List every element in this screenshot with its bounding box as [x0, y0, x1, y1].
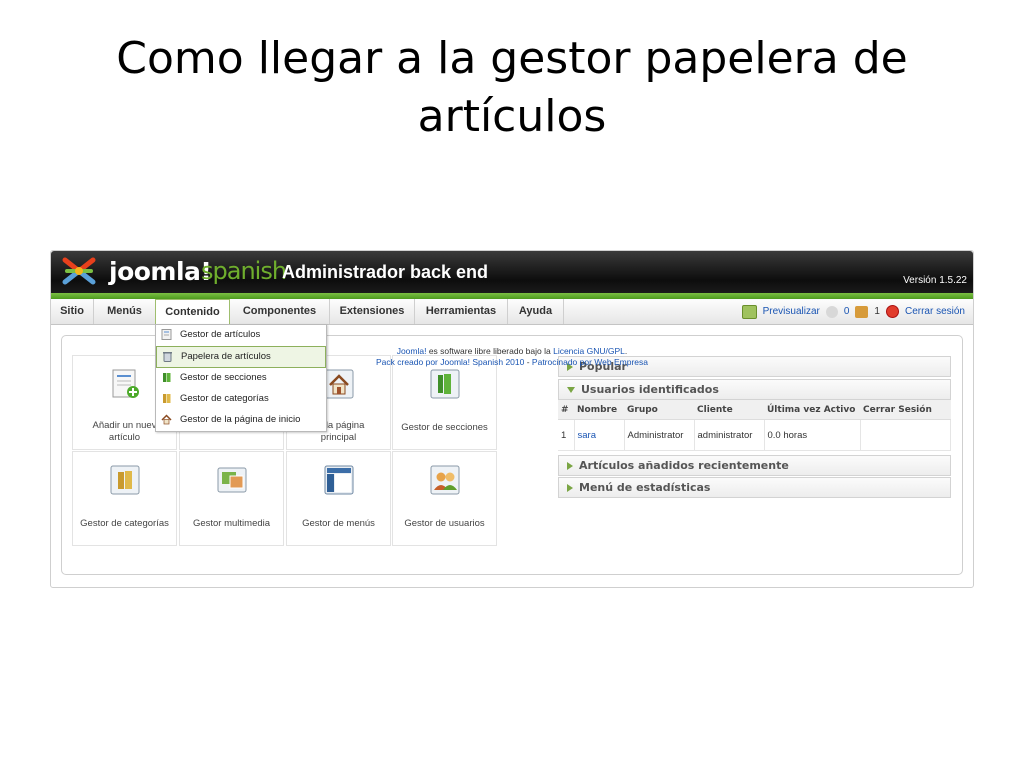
joomla-admin-screenshot: joomla! spanish Administrador back end V…: [50, 250, 974, 588]
cpanel-users[interactable]: Gestor de usuarios: [392, 451, 497, 546]
user-link[interactable]: sara: [578, 430, 596, 441]
menu-componentes[interactable]: Componentes: [230, 299, 330, 324]
cpanel-categories[interactable]: Gestor de categorías: [72, 451, 177, 546]
sections-icon: [430, 369, 460, 399]
media-label: Gestor multimedia: [192, 518, 271, 529]
dropdown-item-categories[interactable]: Gestor de categorías: [156, 389, 326, 410]
cpanel-menus[interactable]: Gestor de menús: [286, 451, 391, 546]
joomla-link[interactable]: Joomla!: [397, 346, 427, 356]
home-icon: [324, 369, 354, 399]
article-icon: [161, 329, 172, 340]
menus-icon: [324, 465, 354, 495]
users-online-count: 1: [874, 306, 880, 317]
brand-name: joomla!: [109, 257, 212, 286]
module-stats[interactable]: Menú de estadísticas: [558, 477, 951, 498]
footer-line2: Pack creado por Joomla! Spanish 2010 - P…: [375, 357, 648, 367]
table-header-row: # Nombre Grupo Cliente Última vez Activo…: [558, 400, 951, 420]
footer: Joomla! es software libre liberado bajo …: [0, 346, 1024, 368]
admin-header: joomla! spanish Administrador back end V…: [51, 251, 973, 293]
slide-title-line2: artículos: [417, 91, 607, 142]
menus-label: Gestor de menús: [302, 518, 375, 529]
sponsor-link[interactable]: Patrocinado por Web Empresa: [532, 357, 648, 367]
sections-label: Gestor de secciones: [401, 422, 488, 433]
media-icon: [217, 467, 247, 493]
messages-icon[interactable]: [825, 305, 838, 318]
menu-ayuda[interactable]: Ayuda: [508, 299, 564, 324]
add-article-icon: [112, 369, 139, 398]
menu-contenido[interactable]: Contenido: [155, 299, 230, 326]
logged-users-table: # Nombre Grupo Cliente Última vez Activo…: [558, 400, 951, 451]
main-menubar: Sitio Menús Contenido Componentes Extens…: [51, 299, 973, 326]
license-link[interactable]: Licencia GNU/GPL: [553, 346, 625, 356]
dropdown-item-frontpage[interactable]: Gestor de la página de inicio: [156, 410, 326, 431]
categories-label: Gestor de categorías: [80, 518, 169, 529]
slide-title: Como llegar a la gestor papelera de artí…: [0, 30, 1024, 146]
logout-link[interactable]: Cerrar sesión: [905, 299, 965, 324]
header-tools: Previsualizar 0 1 Cerrar sesión: [741, 299, 965, 324]
categories-icon: [110, 465, 140, 495]
menu-menus[interactable]: Menús: [94, 299, 156, 324]
menu-herramientas[interactable]: Herramientas: [415, 299, 508, 324]
messages-count[interactable]: 0: [844, 299, 850, 324]
sections-icon: [163, 373, 171, 382]
menu-extensiones[interactable]: Extensiones: [330, 299, 415, 324]
logout-icon[interactable]: [885, 305, 899, 318]
expand-arrow-icon: [567, 462, 573, 470]
contenido-dropdown: Gestor de artículos Papelera de artículo…: [155, 324, 327, 432]
menu-sitio[interactable]: Sitio: [51, 299, 94, 324]
version-label: Versión 1.5.22: [903, 275, 967, 286]
collapse-arrow-icon: [567, 387, 575, 393]
admin-title: Administrador back end: [282, 262, 489, 282]
preview-icon[interactable]: [741, 304, 757, 319]
dropdown-item-trash[interactable]: Papelera de artículos: [156, 346, 326, 368]
trash-icon: [163, 352, 172, 362]
joomla-logo-icon: [62, 257, 96, 285]
slide-title-line1: Como llegar a la gestor papelera de: [116, 33, 908, 84]
expand-arrow-icon: [567, 484, 573, 492]
table-row: 1 sara Administrator administrator 0.0 h…: [558, 419, 951, 451]
preview-link[interactable]: Previsualizar: [763, 299, 820, 324]
users-label: Gestor de usuarios: [404, 518, 485, 529]
cpanel-sections[interactable]: Gestor de secciones: [392, 355, 497, 450]
pack-credit-link[interactable]: Pack creado por Joomla! Spanish 2010: [376, 357, 524, 367]
footer-line1: Joomla! es software libre liberado bajo …: [396, 346, 628, 356]
categories-icon: [163, 394, 171, 403]
module-recent-articles[interactable]: Artículos añadidos recientemente: [558, 455, 951, 476]
dropdown-item-article-manager[interactable]: Gestor de artículos: [156, 325, 326, 346]
home-icon: [161, 414, 172, 425]
logout-user-cell[interactable]: [860, 419, 951, 451]
module-logged-users[interactable]: Usuarios identificados: [558, 379, 951, 400]
users-icon: [430, 465, 460, 495]
cpanel-media[interactable]: Gestor multimedia: [179, 451, 284, 546]
brand-sub: spanish: [201, 257, 287, 285]
dropdown-item-sections[interactable]: Gestor de secciones: [156, 368, 326, 389]
users-online-icon: [855, 305, 869, 318]
